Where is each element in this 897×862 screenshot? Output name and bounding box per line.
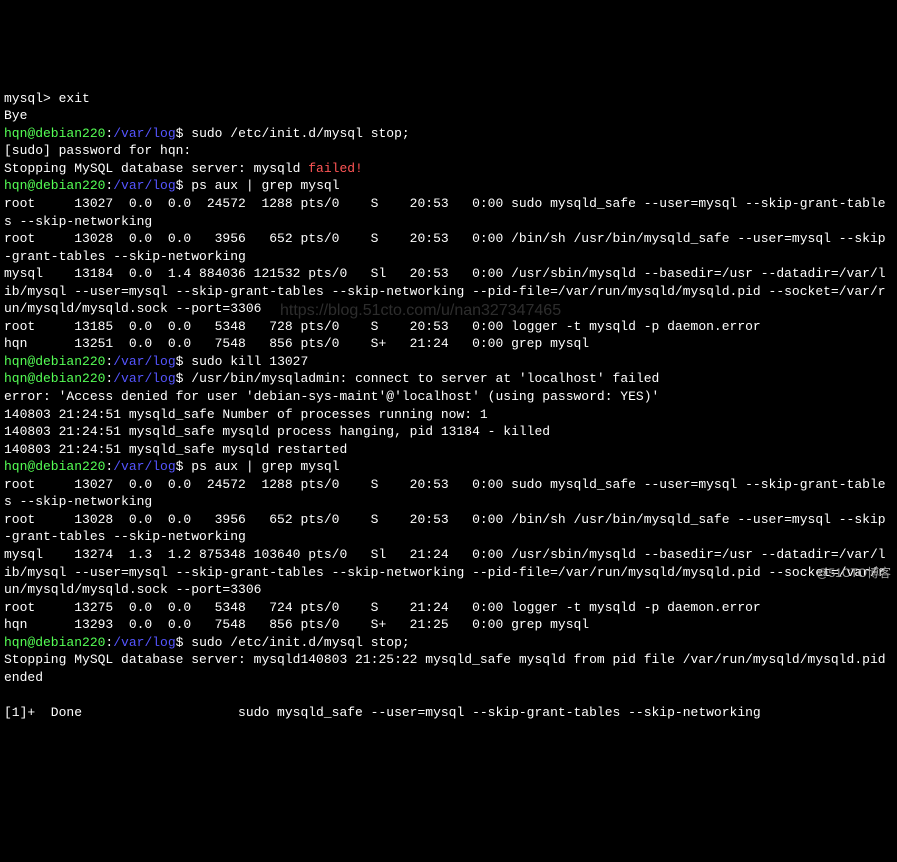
line-prompt-admin-err: hqn@debian220:/var/log$ /usr/bin/mysqlad… bbox=[4, 371, 659, 386]
line-safe-num: 140803 21:24:51 mysqld_safe Number of pr… bbox=[4, 407, 488, 422]
ps-row: root 13028 0.0 0.0 3956 652 pts/0 S 20:5… bbox=[4, 231, 886, 264]
line-done: [1]+ Done sudo mysqld_safe --user=mysql … bbox=[4, 705, 761, 720]
line-error-access: error: 'Access denied for user 'debian-s… bbox=[4, 389, 659, 404]
ps-row: root 13275 0.0 0.0 5348 724 pts/0 S 21:2… bbox=[4, 600, 761, 615]
failed-text: failed! bbox=[308, 161, 363, 176]
ps-row: root 13185 0.0 0.0 5348 728 pts/0 S 20:5… bbox=[4, 319, 761, 334]
line-stopping2: Stopping MySQL database server: mysqld14… bbox=[4, 652, 893, 685]
line-bye: Bye bbox=[4, 108, 27, 123]
line-sudo-pw: [sudo] password for hqn: bbox=[4, 143, 191, 158]
ps-row: hqn 13293 0.0 0.0 7548 856 pts/0 S+ 21:2… bbox=[4, 617, 589, 632]
ps-row: root 13027 0.0 0.0 24572 1288 pts/0 S 20… bbox=[4, 477, 886, 510]
ps-row: hqn 13251 0.0 0.0 7548 856 pts/0 S+ 21:2… bbox=[4, 336, 589, 351]
terminal-output[interactable]: mysql> exit Bye hqn@debian220:/var/log$ … bbox=[4, 72, 893, 721]
line-stopping-failed: Stopping MySQL database server: mysqld f… bbox=[4, 161, 363, 176]
footer-badge: @51CTO博客 bbox=[816, 565, 891, 581]
line-prompt-ps2: hqn@debian220:/var/log$ ps aux | grep my… bbox=[4, 459, 340, 474]
line-prompt-kill: hqn@debian220:/var/log$ sudo kill 13027 bbox=[4, 354, 308, 369]
line-prompt-stop1: hqn@debian220:/var/log$ sudo /etc/init.d… bbox=[4, 126, 410, 141]
prompt-userhost: hqn@debian220 bbox=[4, 126, 105, 141]
ps-row: mysql 13184 0.0 1.4 884036 121532 pts/0 … bbox=[4, 266, 886, 316]
ps-row: mysql 13274 1.3 1.2 875348 103640 pts/0 … bbox=[4, 547, 886, 597]
ps-row: root 13028 0.0 0.0 3956 652 pts/0 S 20:5… bbox=[4, 512, 886, 545]
line-mysql-exit: mysql> exit bbox=[4, 91, 90, 106]
line-prompt-ps1: hqn@debian220:/var/log$ ps aux | grep my… bbox=[4, 178, 340, 193]
line-prompt-stop2: hqn@debian220:/var/log$ sudo /etc/init.d… bbox=[4, 635, 410, 650]
line-safe-restart: 140803 21:24:51 mysqld_safe mysqld resta… bbox=[4, 442, 347, 457]
line-safe-hang: 140803 21:24:51 mysqld_safe mysqld proce… bbox=[4, 424, 550, 439]
ps-row: root 13027 0.0 0.0 24572 1288 pts/0 S 20… bbox=[4, 196, 886, 229]
prompt-path: /var/log bbox=[113, 126, 175, 141]
